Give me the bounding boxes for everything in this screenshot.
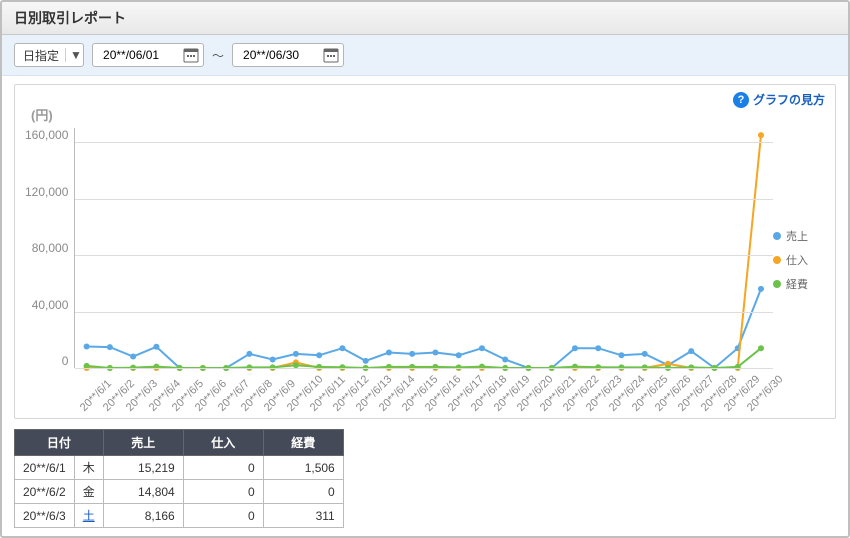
legend-label: 売上 <box>786 228 808 244</box>
data-point[interactable] <box>689 348 695 354</box>
date-mode-label: 日指定 <box>23 47 65 64</box>
page-title-bar: 日別取引レポート <box>2 2 848 35</box>
data-point[interactable] <box>84 344 90 350</box>
table-cell: 0 <box>183 456 263 480</box>
legend-item[interactable]: 仕入 <box>773 252 825 268</box>
data-point[interactable] <box>386 350 392 356</box>
y-tick-label: 40,000 <box>32 298 69 312</box>
date-from-field[interactable] <box>101 47 183 63</box>
data-point[interactable] <box>317 352 323 358</box>
table-head: 日付 売上 仕入 経費 <box>15 430 344 456</box>
data-point[interactable] <box>596 345 602 351</box>
col-date[interactable]: 日付 <box>15 430 104 456</box>
chevron-down-icon: ▼ <box>65 48 79 62</box>
data-point[interactable] <box>340 345 346 351</box>
table-cell: 14,804 <box>103 480 183 504</box>
data-point[interactable] <box>247 351 253 357</box>
gridline <box>75 142 773 143</box>
table-cell: 金 <box>74 480 103 504</box>
col-sales[interactable]: 売上 <box>103 430 183 456</box>
table-row: 20**/6/3土8,1660311 <box>15 504 344 528</box>
page-title: 日別取引レポート <box>14 10 126 26</box>
data-point[interactable] <box>479 345 485 351</box>
data-point[interactable] <box>642 351 648 357</box>
gridline <box>75 312 773 313</box>
table-cell: 311 <box>263 504 343 528</box>
gridline <box>75 199 773 200</box>
y-axis: 160,000 120,000 80,000 40,000 0 <box>25 128 74 368</box>
table-cell: 20**/6/1 <box>15 456 75 480</box>
data-point[interactable] <box>619 352 625 358</box>
date-from-input[interactable] <box>92 43 204 67</box>
col-expense[interactable]: 経費 <box>263 430 343 456</box>
data-point[interactable] <box>410 351 416 357</box>
data-point[interactable] <box>154 344 160 350</box>
date-to-input[interactable] <box>232 43 344 67</box>
date-to-field[interactable] <box>241 47 323 63</box>
filter-bar: 日指定 ▼ ～ <box>2 35 848 76</box>
data-point[interactable] <box>572 345 578 351</box>
table-cell: 15,219 <box>103 456 183 480</box>
legend-item[interactable]: 売上 <box>773 228 825 244</box>
gridline <box>75 255 773 256</box>
table-cell: 0 <box>183 504 263 528</box>
data-point[interactable] <box>758 132 764 138</box>
chart-svg <box>75 128 773 368</box>
table-cell: 土 <box>74 504 103 528</box>
calendar-icon[interactable] <box>183 47 199 63</box>
app-frame: 日別取引レポート 日指定 ▼ ～ ? グラフの見方 (円) 160,000 120… <box>0 0 850 538</box>
legend: 売上仕入経費 <box>773 128 825 368</box>
y-tick-label: 80,000 <box>32 241 69 255</box>
table-row: 20**/6/2金14,80400 <box>15 480 344 504</box>
legend-dot-icon <box>773 280 781 288</box>
data-table: 日付 売上 仕入 経費 20**/6/1木15,21901,50620**/6/… <box>14 429 344 528</box>
date-range-separator: ～ <box>212 47 224 64</box>
col-purchase[interactable]: 仕入 <box>183 430 263 456</box>
help-icon: ? <box>733 92 749 108</box>
data-point[interactable] <box>130 354 136 360</box>
legend-item[interactable]: 経費 <box>773 276 825 292</box>
table-body: 20**/6/1木15,21901,50620**/6/2金14,8040020… <box>15 456 344 528</box>
x-axis: 20**/6/120**/6/220**/6/320**/6/420**/6/5… <box>85 370 775 414</box>
table-cell: 1,506 <box>263 456 343 480</box>
legend-label: 経費 <box>786 276 808 292</box>
data-point[interactable] <box>293 351 299 357</box>
y-tick-label: 0 <box>62 354 69 368</box>
y-axis-unit: (円) <box>31 105 825 124</box>
table-cell: 木 <box>74 456 103 480</box>
table-cell: 20**/6/2 <box>15 480 75 504</box>
table-cell: 0 <box>183 480 263 504</box>
y-tick-label: 160,000 <box>25 128 68 142</box>
chart-help-link[interactable]: ? グラフの見方 <box>733 91 825 108</box>
data-point[interactable] <box>107 344 113 350</box>
data-point[interactable] <box>433 350 439 356</box>
plot-wrap: 160,000 120,000 80,000 40,000 0 売上仕入経費 <box>25 128 825 368</box>
data-point[interactable] <box>758 286 764 292</box>
chart-help-label: グラフの見方 <box>753 91 825 108</box>
table-cell: 20**/6/3 <box>15 504 75 528</box>
series-line <box>87 135 761 368</box>
chart-card: ? グラフの見方 (円) 160,000 120,000 80,000 40,000 0… <box>14 84 836 419</box>
y-tick-label: 120,000 <box>25 185 68 199</box>
data-point[interactable] <box>758 345 764 351</box>
table-row: 20**/6/1木15,21901,506 <box>15 456 344 480</box>
calendar-icon[interactable] <box>323 47 339 63</box>
date-mode-dropdown[interactable]: 日指定 ▼ <box>14 43 84 67</box>
data-point[interactable] <box>456 352 462 358</box>
legend-label: 仕入 <box>786 252 808 268</box>
table-cell: 8,166 <box>103 504 183 528</box>
table-cell: 0 <box>263 480 343 504</box>
plot-area <box>74 128 773 368</box>
legend-dot-icon <box>773 232 781 240</box>
legend-dot-icon <box>773 256 781 264</box>
